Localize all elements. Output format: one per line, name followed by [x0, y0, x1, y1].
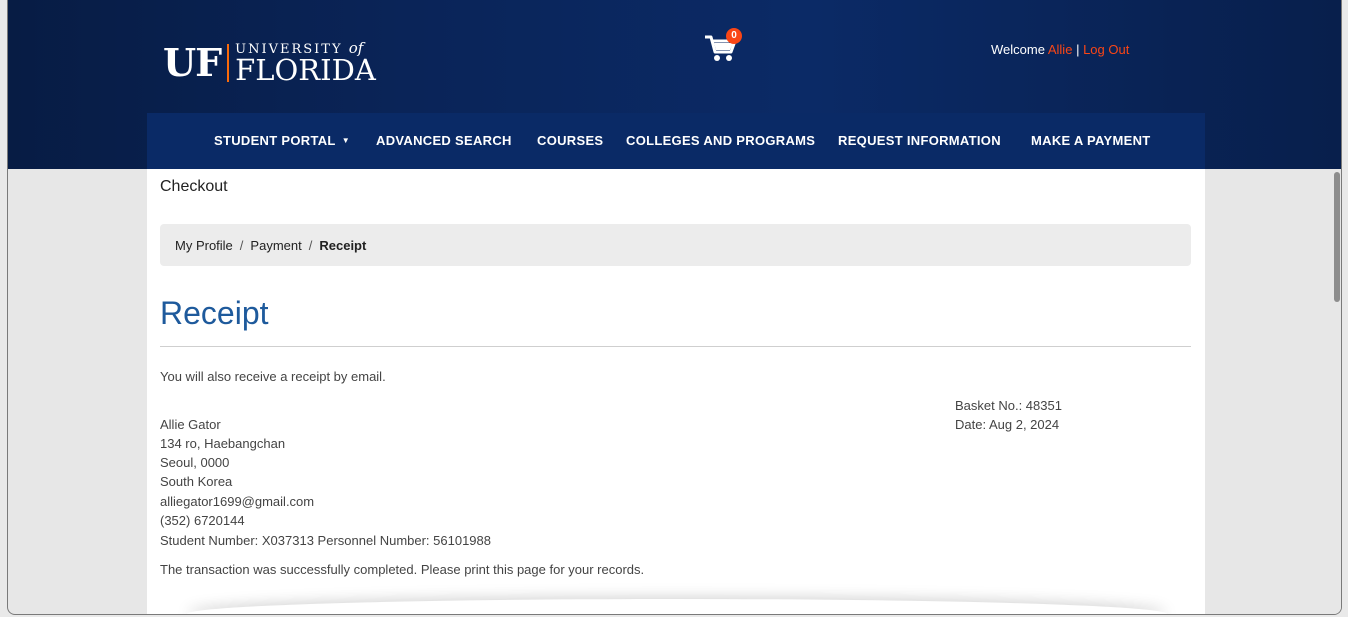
breadcrumb-my-profile[interactable]: My Profile — [175, 238, 233, 253]
address-city: Seoul, 0000 — [160, 455, 230, 470]
logo-wordmark: UNIVERSITY of FLORIDA — [235, 41, 376, 85]
nav-student-portal-label: STUDENT PORTAL — [214, 133, 336, 148]
user-name-link[interactable]: Allie — [1048, 42, 1073, 57]
breadcrumb-payment[interactable]: Payment — [250, 238, 301, 253]
welcome-separator: | — [1076, 42, 1080, 57]
welcome-area: Welcome Allie | Log Out — [991, 42, 1129, 57]
nav-make-payment[interactable]: MAKE A PAYMENT — [1031, 133, 1151, 148]
nav-courses[interactable]: COURSES — [537, 133, 603, 148]
scrollbar-thumb[interactable] — [1334, 172, 1340, 302]
breadcrumb-separator: / — [239, 237, 244, 253]
browser-viewport: UF UNIVERSITY of FLORIDA 0 Welcome Allie… — [7, 0, 1342, 615]
uf-logo[interactable]: UF UNIVERSITY of FLORIDA — [163, 40, 376, 86]
breadcrumb: My Profile / Payment / Receipt — [160, 224, 1191, 266]
site-header: UF UNIVERSITY of FLORIDA 0 Welcome Allie… — [8, 0, 1341, 169]
address-name: Allie Gator — [160, 417, 221, 432]
nav-request-information[interactable]: REQUEST INFORMATION — [838, 133, 1001, 148]
nav-colleges-programs[interactable]: COLLEGES AND PROGRAMS — [626, 133, 815, 148]
page-title: Receipt — [160, 295, 269, 331]
address-email: alliegator1699@gmail.com — [160, 494, 315, 509]
nav-student-portal[interactable]: STUDENT PORTAL ▼ — [214, 133, 350, 148]
cart-count-badge: 0 — [726, 28, 742, 44]
logo-florida: FLORIDA — [235, 53, 376, 87]
address-phone: (352) 6720144 — [160, 513, 245, 528]
section-title: Checkout — [160, 178, 228, 195]
caret-down-icon: ▼ — [341, 136, 350, 145]
welcome-text: Welcome — [991, 42, 1045, 57]
address-street: 134 ro, Haebangchan — [160, 436, 286, 451]
heading-divider — [160, 346, 1191, 347]
student-numbers: Student Number: X037313 Personnel Number… — [160, 533, 491, 548]
address-country: South Korea — [160, 474, 233, 489]
logout-link[interactable]: Log Out — [1083, 42, 1129, 57]
cart-button[interactable]: 0 — [704, 28, 744, 64]
success-message: The transaction was successfully complet… — [160, 562, 645, 577]
main-nav: STUDENT PORTAL ▼ ADVANCED SEARCH COURSES … — [147, 113, 1205, 169]
logo-uf-text: UF — [163, 40, 222, 85]
logo-divider — [227, 44, 230, 82]
main-content: Checkout My Profile / Payment / Receipt … — [147, 169, 1205, 614]
nav-advanced-search[interactable]: ADVANCED SEARCH — [376, 133, 512, 148]
email-note: You will also receive a receipt by email… — [160, 369, 386, 384]
card-shadow — [187, 599, 1167, 614]
basket-number: Basket No.: 48351 — [955, 398, 1062, 413]
breadcrumb-current: Receipt — [319, 237, 367, 253]
receipt-date: Date: Aug 2, 2024 — [955, 417, 1060, 432]
breadcrumb-separator: / — [308, 237, 313, 253]
